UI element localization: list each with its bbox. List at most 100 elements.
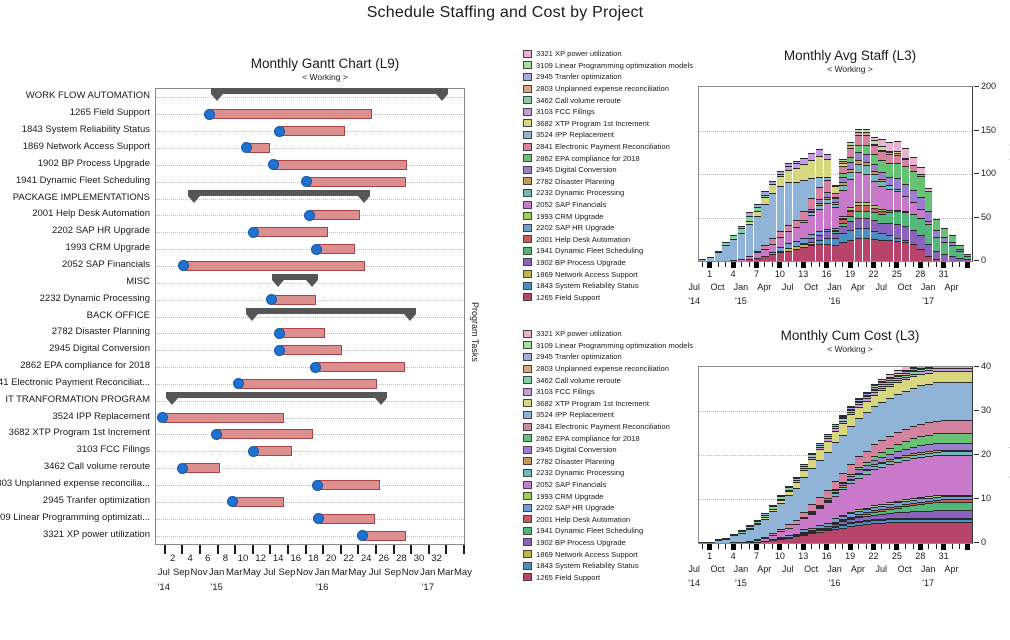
- gantt-task-bar[interactable]: [218, 429, 313, 439]
- gantt-milestone-marker[interactable]: [274, 328, 285, 339]
- gantt-summary-label[interactable]: IT TRANFORMATION PROGRAM: [5, 395, 150, 405]
- legend-item[interactable]: 3109 Linear Programming optimization mod…: [523, 60, 708, 72]
- legend-item[interactable]: 1843 System Reliability Status: [523, 280, 708, 292]
- legend-item[interactable]: 2945 Digital Conversion: [523, 444, 708, 456]
- legend-item[interactable]: 2862 EPA compliance for 2018: [523, 432, 708, 444]
- gantt-task-label[interactable]: 3524 IPP Replacement: [52, 412, 150, 422]
- staff-stack-bar[interactable]: [949, 235, 956, 261]
- gantt-milestone-marker[interactable]: [357, 530, 368, 541]
- gantt-task-bar[interactable]: [308, 177, 406, 187]
- gantt-milestone-marker[interactable]: [312, 480, 323, 491]
- gantt-task-label[interactable]: 2232 Dynamic Processing: [40, 294, 150, 304]
- legend-item[interactable]: 1265 Field Support: [523, 291, 708, 303]
- legend-item[interactable]: 3682 XTP Program 1st Increment: [523, 118, 708, 130]
- legend-item[interactable]: 1941 Dynamic Fleet Scheduling: [523, 525, 708, 537]
- gantt-task-bar[interactable]: [184, 463, 220, 473]
- gantt-task-label[interactable]: 3109 Linear Programming optimizati...: [0, 513, 150, 523]
- staff-stack-bar[interactable]: [886, 142, 893, 261]
- staff-stack-bar[interactable]: [832, 185, 839, 261]
- gantt-task-bar[interactable]: [281, 345, 342, 355]
- staff-stack-bar[interactable]: [699, 259, 706, 261]
- legend-item[interactable]: 3682 XTP Program 1st Increment: [523, 398, 708, 410]
- legend-item[interactable]: 2782 Disaster Planning: [523, 176, 708, 188]
- gantt-summary-bar[interactable]: [166, 392, 387, 398]
- legend-item[interactable]: 2862 EPA compliance for 2018: [523, 152, 708, 164]
- legend-item[interactable]: 1265 Field Support: [523, 571, 708, 583]
- staff-stack-bar[interactable]: [964, 254, 971, 261]
- legend-item[interactable]: 3103 FCC Filings: [523, 386, 708, 398]
- staff-stack-bar[interactable]: [738, 226, 745, 261]
- legend-item[interactable]: 3524 IPP Replacement: [523, 409, 708, 421]
- gantt-task-label[interactable]: 2001 Help Desk Automation: [32, 209, 150, 219]
- staff-stack-bar[interactable]: [785, 163, 792, 261]
- staff-stack-bar[interactable]: [808, 153, 815, 261]
- gantt-task-bar[interactable]: [364, 531, 406, 541]
- legend-item[interactable]: 3462 Call volume reroute: [523, 94, 708, 106]
- legend-item[interactable]: 1869 Network Access Support: [523, 268, 708, 280]
- staff-stack-bar[interactable]: [816, 149, 823, 261]
- gantt-task-label[interactable]: 2202 SAP HR Upgrade: [52, 226, 150, 236]
- gantt-task-label[interactable]: 1941 Dynamic Fleet Scheduling: [16, 176, 150, 186]
- staff-stack-bar[interactable]: [754, 204, 761, 261]
- legend-item[interactable]: 2001 Help Desk Automation: [523, 514, 708, 526]
- gantt-task-bar[interactable]: [255, 446, 292, 456]
- staff-stack-bar[interactable]: [956, 245, 963, 262]
- gantt-milestone-marker[interactable]: [311, 244, 322, 255]
- gantt-milestone-marker[interactable]: [211, 429, 222, 440]
- legend-item[interactable]: 1902 BP Process Upgrade: [523, 257, 708, 269]
- gantt-task-bar[interactable]: [240, 379, 376, 389]
- gantt-task-bar[interactable]: [319, 480, 380, 490]
- gantt-task-bar[interactable]: [255, 227, 328, 237]
- legend-item[interactable]: 3462 Call volume reroute: [523, 374, 708, 386]
- staff-stack-bar[interactable]: [855, 129, 862, 261]
- legend-item[interactable]: 2202 SAP HR Upgrade: [523, 502, 708, 514]
- staff-stack-bar[interactable]: [839, 159, 846, 261]
- legend-item[interactable]: 2232 Dynamic Processing: [523, 187, 708, 199]
- gantt-milestone-marker[interactable]: [248, 227, 259, 238]
- gantt-task-bar[interactable]: [281, 328, 325, 338]
- staff-stack-bar[interactable]: [800, 158, 807, 261]
- gantt-milestone-marker[interactable]: [177, 463, 188, 474]
- gantt-task-bar[interactable]: [275, 160, 407, 170]
- legend-item[interactable]: 2803 Unplanned expense reconciliation: [523, 363, 708, 375]
- gantt-task-bar[interactable]: [317, 362, 405, 372]
- gantt-task-label[interactable]: 2803 Unplanned expense reconcilia...: [0, 479, 150, 489]
- legend-item[interactable]: 2803 Unplanned expense reconciliation: [523, 83, 708, 95]
- staff-stack-bar[interactable]: [715, 251, 722, 261]
- gantt-milestone-marker[interactable]: [274, 126, 285, 137]
- legend-item[interactable]: 3524 IPP Replacement: [523, 129, 708, 141]
- gantt-task-label[interactable]: 2782 Disaster Planning: [52, 327, 150, 337]
- gantt-task-label[interactable]: 1265 Field Support: [70, 108, 150, 118]
- gantt-milestone-marker[interactable]: [241, 142, 252, 153]
- gantt-task-label[interactable]: 2945 Tranfer optimization: [43, 496, 150, 506]
- staff-stack-bar[interactable]: [707, 257, 714, 261]
- legend-item[interactable]: 2052 SAP Financials: [523, 479, 708, 491]
- staff-stack-bar[interactable]: [769, 181, 776, 261]
- gantt-task-bar[interactable]: [185, 261, 365, 271]
- gantt-milestone-marker[interactable]: [313, 513, 324, 524]
- staff-stack-bar[interactable]: [933, 219, 940, 261]
- gantt-task-label[interactable]: 1902 BP Process Upgrade: [38, 159, 150, 169]
- legend-item[interactable]: 2841 Electronic Payment Reconciliation: [523, 141, 708, 153]
- legend-item[interactable]: 3109 Linear Programming optimization mod…: [523, 340, 708, 352]
- gantt-task-label[interactable]: 3103 FCC Filings: [77, 445, 150, 455]
- gantt-summary-label[interactable]: WORK FLOW AUTOMATION: [26, 91, 150, 101]
- staff-stack-bar[interactable]: [777, 171, 784, 261]
- legend-item[interactable]: 3321 XP power utilization: [523, 328, 708, 340]
- legend-item[interactable]: 2052 SAP Financials: [523, 199, 708, 211]
- staff-stack-bar[interactable]: [925, 188, 932, 261]
- legend-item[interactable]: 3103 FCC Filings: [523, 106, 708, 118]
- gantt-milestone-marker[interactable]: [274, 345, 285, 356]
- legend-item[interactable]: 2232 Dynamic Processing: [523, 467, 708, 479]
- legend-item[interactable]: 3321 XP power utilization: [523, 48, 708, 60]
- staff-stack-bar[interactable]: [722, 242, 729, 261]
- gantt-task-label[interactable]: 1843 System Reliability Status: [22, 125, 150, 135]
- gantt-task-bar[interactable]: [320, 514, 375, 524]
- cost-stack-column[interactable]: [964, 366, 972, 543]
- gantt-summary-bar[interactable]: [272, 274, 318, 280]
- gantt-summary-label[interactable]: BACK OFFICE: [87, 311, 150, 321]
- legend-item[interactable]: 1902 BP Process Upgrade: [523, 537, 708, 549]
- legend-item[interactable]: 1941 Dynamic Fleet Scheduling: [523, 245, 708, 257]
- gantt-task-bar[interactable]: [281, 126, 345, 136]
- legend-item[interactable]: 2782 Disaster Planning: [523, 456, 708, 468]
